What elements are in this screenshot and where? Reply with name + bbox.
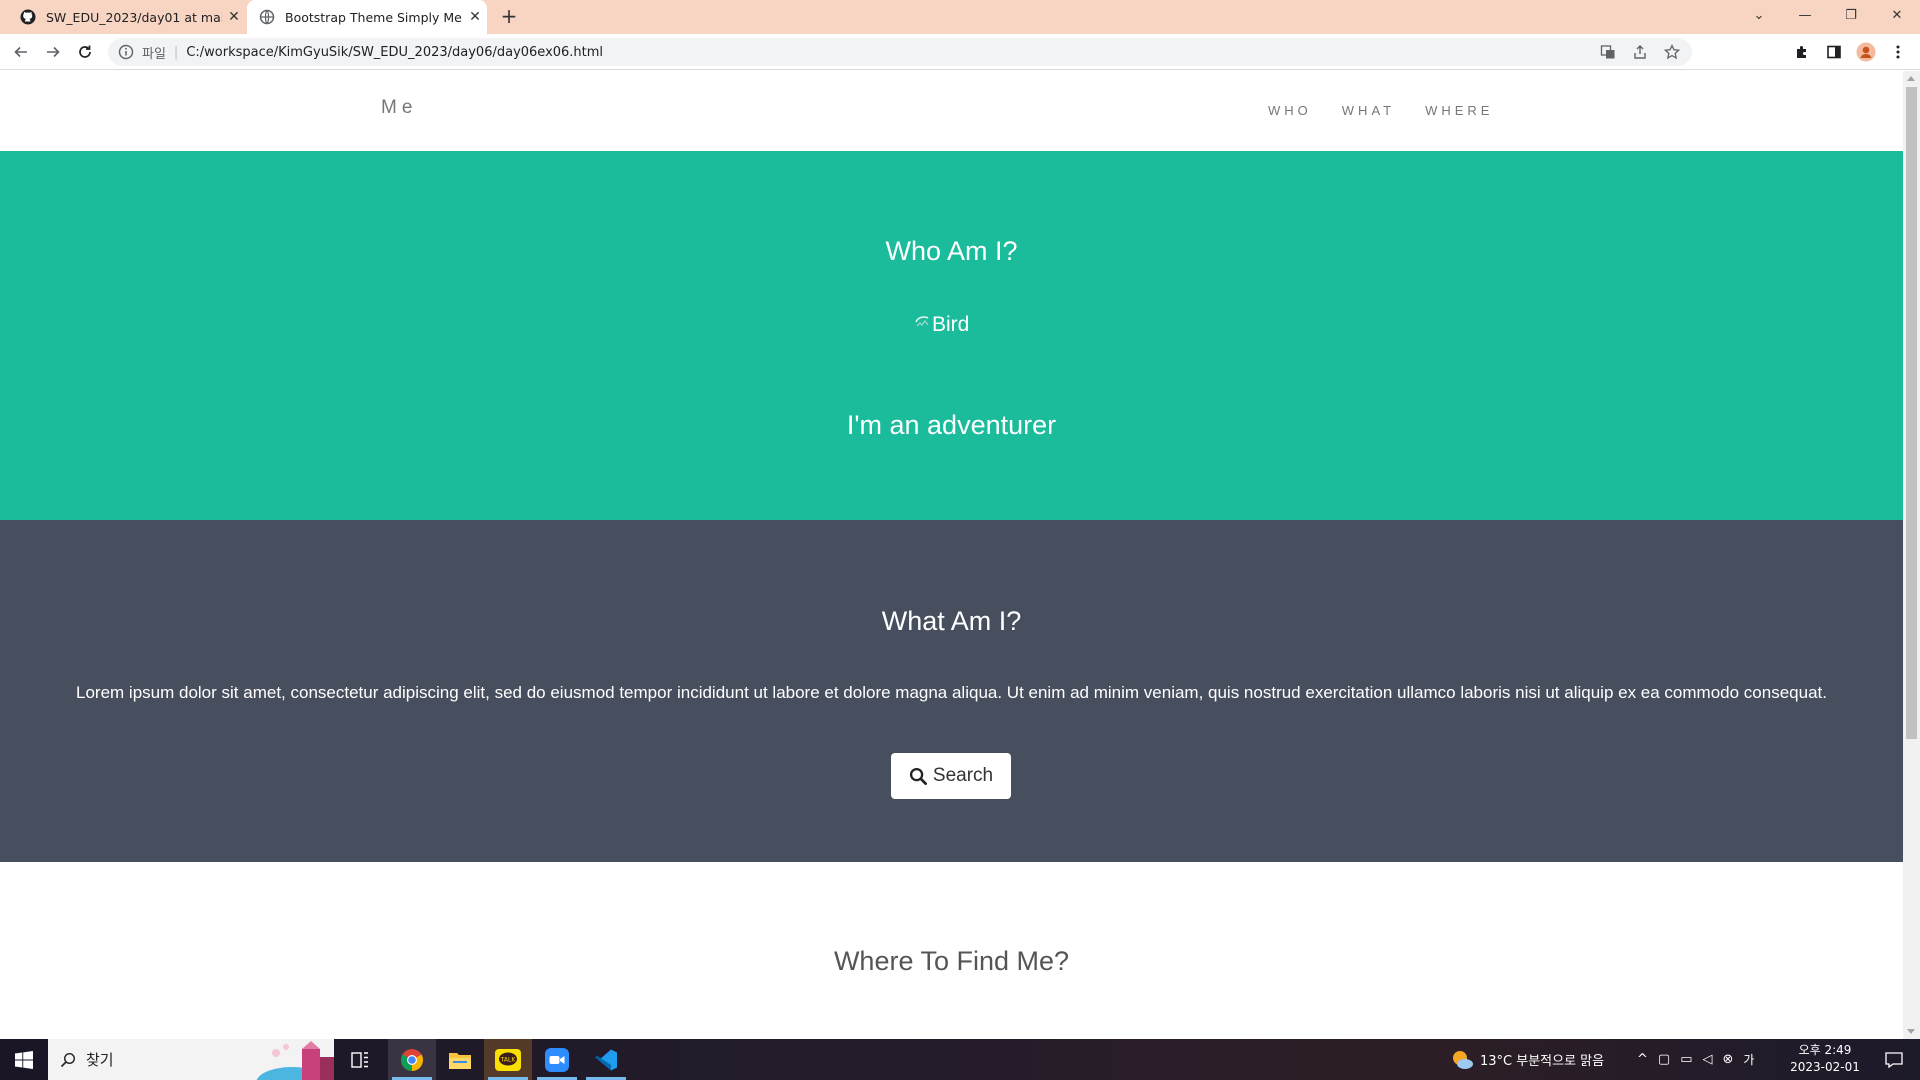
notification-icon[interactable] [1870,1039,1918,1080]
taskbar-search-placeholder: 찾기 [86,1051,114,1069]
nav-menu: WHO WHAT WHERE [1268,103,1493,118]
bird-alt-text: Bird [932,313,970,336]
bookmark-star-icon[interactable] [1662,42,1682,62]
weather-text: 13°C 부분적으로 맑음 [1480,1054,1605,1069]
address-bar[interactable]: 파일 | C:/workspace/KimGyuSik/SW_EDU_2023/… [108,38,1692,66]
tab-title: Bootstrap Theme Simply Me [285,9,462,25]
tab-title: SW_EDU_2023/day01 at main · [46,9,222,25]
profile-avatar-icon[interactable] [1854,40,1878,64]
tab-simply-me[interactable]: Bootstrap Theme Simply Me ✕ [247,0,487,34]
extensions-icon[interactable] [1790,40,1814,64]
search-icon [60,1052,76,1067]
meet-now-icon[interactable]: ▢ [1658,1052,1670,1067]
nav-link-what[interactable]: WHAT [1342,103,1395,118]
page-scrollbar[interactable] [1903,71,1920,1039]
back-icon[interactable] [9,40,33,64]
ime-korean-icon[interactable]: 가 [1743,1051,1754,1068]
close-icon[interactable]: ✕ [222,9,246,25]
where-section: Where To Find Me? [0,862,1903,1039]
who-heading: Who Am I? [885,236,1018,266]
tab-search-icon[interactable]: ⌄ [1736,0,1782,30]
browser-toolbar: 파일 | C:/workspace/KimGyuSik/SW_EDU_2023/… [0,34,1920,70]
forward-icon[interactable] [41,40,65,64]
close-icon[interactable]: ✕ [463,9,487,25]
broken-image-icon [915,316,929,327]
tab-strip: SW_EDU_2023/day01 at main · ✕ Bootstrap … [0,0,1920,34]
svg-text:TALK: TALK [500,1056,517,1063]
share-icon[interactable] [1630,42,1650,62]
reload-icon[interactable] [73,40,97,64]
bird-image: Bird [914,313,969,337]
windows-start-icon[interactable] [0,1039,47,1080]
status-x-icon[interactable]: ⊗ [1723,1052,1734,1067]
brand-link[interactable]: Me [381,97,417,119]
scrollbar-thumb[interactable] [1906,87,1917,739]
vscode-icon[interactable] [582,1039,630,1080]
tab-github[interactable]: SW_EDU_2023/day01 at main · ✕ [8,0,246,34]
what-heading: What Am I? [881,606,1022,636]
search-button[interactable]: Search [891,753,1011,799]
taskbar-clock[interactable]: 오후 2:49 2023-02-01 [1787,1042,1863,1076]
site-navbar: Me WHO WHAT WHERE [0,71,1903,151]
windows-taskbar: 찾기 TALK 13°C 부분적으로 맑음 ^ ▢ ▭ ◁ ⊗ 가 오후 2:4… [0,1039,1920,1080]
new-tab-icon[interactable]: + [498,6,520,28]
globe-icon [259,9,275,25]
what-section: What Am I? Lorem ipsum dolor sit amet, c… [0,520,1903,862]
who-subheading: I'm an adventurer [846,410,1057,440]
url-text: C:/workspace/KimGyuSik/SW_EDU_2023/day06… [186,44,604,60]
volume-muted-icon[interactable]: ◁ [1703,1052,1713,1067]
nav-link-where[interactable]: WHERE [1425,103,1493,118]
menu-dots-icon[interactable] [1886,40,1910,64]
network-icon[interactable]: ▭ [1680,1052,1692,1067]
scroll-down-icon[interactable] [1907,1029,1915,1034]
clock-time: 오후 2:49 [1798,1043,1852,1057]
search-highlight-art-icon [256,1041,334,1080]
page-viewport: Me WHO WHAT WHERE Who Am I? Bird I'm an … [0,71,1903,1039]
task-view-icon[interactable] [336,1039,384,1080]
where-heading: Where To Find Me? [833,946,1070,976]
search-icon [909,767,927,785]
clock-date: 2023-02-01 [1790,1060,1860,1074]
weather-sun-cloud-icon [1453,1050,1473,1069]
file-explorer-icon[interactable] [436,1039,484,1080]
chrome-icon[interactable] [388,1039,436,1080]
taskbar-search[interactable]: 찾기 [48,1039,334,1080]
side-panel-icon[interactable] [1822,40,1846,64]
who-section: Who Am I? Bird I'm an adventurer [0,151,1903,520]
weather-widget[interactable]: 13°C 부분적으로 맑음 [1450,1039,1604,1080]
github-icon [20,9,36,25]
what-paragraph: Lorem ipsum dolor sit amet, consectetur … [76,683,1827,702]
zoom-icon[interactable] [533,1039,581,1080]
restore-icon[interactable]: ❐ [1828,0,1874,30]
search-button-label: Search [932,765,994,786]
scroll-up-icon[interactable] [1907,76,1915,81]
minimize-icon[interactable]: — [1782,0,1828,30]
scheme-label: 파일 [142,46,166,62]
window-close-icon[interactable]: ✕ [1874,0,1920,30]
system-tray: ^ ▢ ▭ ◁ ⊗ 가 [1637,1039,1754,1080]
separator: | [173,44,179,60]
nav-link-who[interactable]: WHO [1268,103,1312,118]
translate-icon[interactable] [1598,42,1618,62]
chevron-up-icon[interactable]: ^ [1637,1052,1648,1067]
info-icon[interactable] [118,44,134,60]
kakaotalk-icon[interactable]: TALK [484,1039,532,1080]
